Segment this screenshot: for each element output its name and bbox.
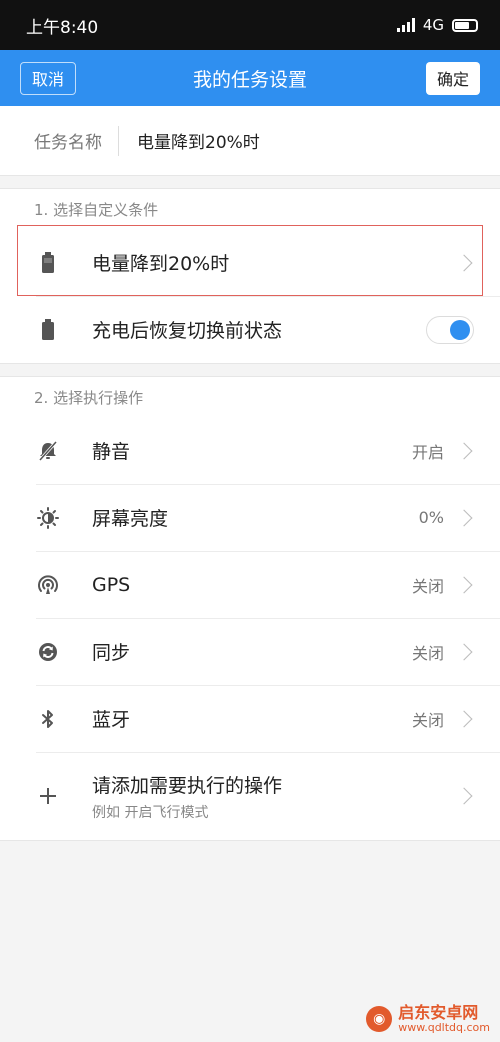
- action-bluetooth-label: 蓝牙: [92, 709, 131, 731]
- battery-icon: [36, 251, 60, 275]
- chevron-right-icon: [455, 254, 473, 271]
- cancel-button[interactable]: 取消: [20, 61, 77, 95]
- nav-bar: 取消 我的任务设置 确定: [0, 50, 500, 106]
- action-bluetooth[interactable]: 蓝牙 关闭: [0, 685, 500, 752]
- signal-icon: [396, 18, 415, 32]
- chevron-right-icon: [455, 643, 473, 660]
- watermark-logo-icon: ◉: [366, 1006, 393, 1033]
- brightness-icon: [36, 506, 60, 530]
- status-time: 上午8:40: [26, 17, 99, 38]
- sync-icon: [36, 640, 60, 664]
- action-mute[interactable]: 静音 开启: [0, 417, 500, 484]
- action-gps-label: GPS: [92, 573, 131, 596]
- action-brightness-value: 0%: [418, 508, 444, 527]
- actions-header: 2. 选择执行操作: [34, 388, 144, 407]
- chevron-right-icon: [455, 787, 473, 805]
- gps-icon: [36, 573, 60, 597]
- conditions-header: 1. 选择自定义条件: [34, 200, 159, 219]
- condition-battery-low-label: 电量降到20%时: [92, 253, 230, 275]
- conditions-section: 1. 选择自定义条件 电量降到20%时 充电后恢复切换前状态: [0, 188, 500, 364]
- restore-toggle[interactable]: [426, 315, 474, 344]
- status-battery-icon: [452, 18, 478, 32]
- mute-bell-icon: [36, 439, 60, 463]
- task-name-input[interactable]: 电量降到20%时: [119, 128, 260, 153]
- action-brightness-label: 屏幕亮度: [92, 508, 169, 530]
- chevron-right-icon: [455, 576, 473, 593]
- action-bluetooth-value: 关闭: [411, 710, 444, 730]
- action-mute-value: 开启: [411, 442, 444, 462]
- confirm-button[interactable]: 确定: [425, 61, 480, 95]
- watermark: ◉ 启东安卓网 www.qdltdq.com: [366, 1004, 490, 1034]
- action-sync-label: 同步: [92, 642, 131, 664]
- task-name-row[interactable]: 任务名称 电量降到20%时: [0, 106, 500, 176]
- plus-icon: [36, 784, 60, 808]
- condition-battery-low[interactable]: 电量降到20%时: [0, 229, 500, 296]
- action-mute-label: 静音: [92, 441, 131, 463]
- bluetooth-icon: [36, 707, 60, 731]
- condition-restore-after-charge[interactable]: 充电后恢复切换前状态: [0, 296, 500, 363]
- chevron-right-icon: [455, 710, 473, 727]
- chevron-right-icon: [455, 442, 473, 459]
- chevron-right-icon: [455, 509, 473, 526]
- action-gps-value: 关闭: [411, 576, 444, 596]
- task-name-label: 任务名称: [34, 125, 119, 156]
- add-action-label: 请添加需要执行的操作: [92, 774, 283, 797]
- battery-icon: [36, 318, 60, 342]
- status-bar: 上午8:40 4G: [0, 0, 500, 50]
- watermark-title: 启东安卓网: [398, 1003, 479, 1023]
- network-type: 4G: [422, 16, 444, 34]
- action-gps[interactable]: GPS 关闭: [0, 551, 500, 618]
- condition-restore-label: 充电后恢复切换前状态: [92, 320, 283, 342]
- add-action-hint: 例如 开启飞行模式: [92, 804, 209, 821]
- watermark-url: www.qdltdq.com: [398, 1020, 490, 1034]
- action-sync-value: 关闭: [411, 643, 444, 663]
- status-indicators: 4G: [396, 16, 478, 34]
- action-brightness[interactable]: 屏幕亮度 0%: [0, 484, 500, 551]
- actions-section: 2. 选择执行操作 静音 开启 屏幕亮度 0% GPS 关闭 同步 关闭 蓝牙 …: [0, 376, 500, 841]
- add-action-button[interactable]: 请添加需要执行的操作 例如 开启飞行模式: [0, 752, 500, 840]
- action-sync[interactable]: 同步 关闭: [0, 618, 500, 685]
